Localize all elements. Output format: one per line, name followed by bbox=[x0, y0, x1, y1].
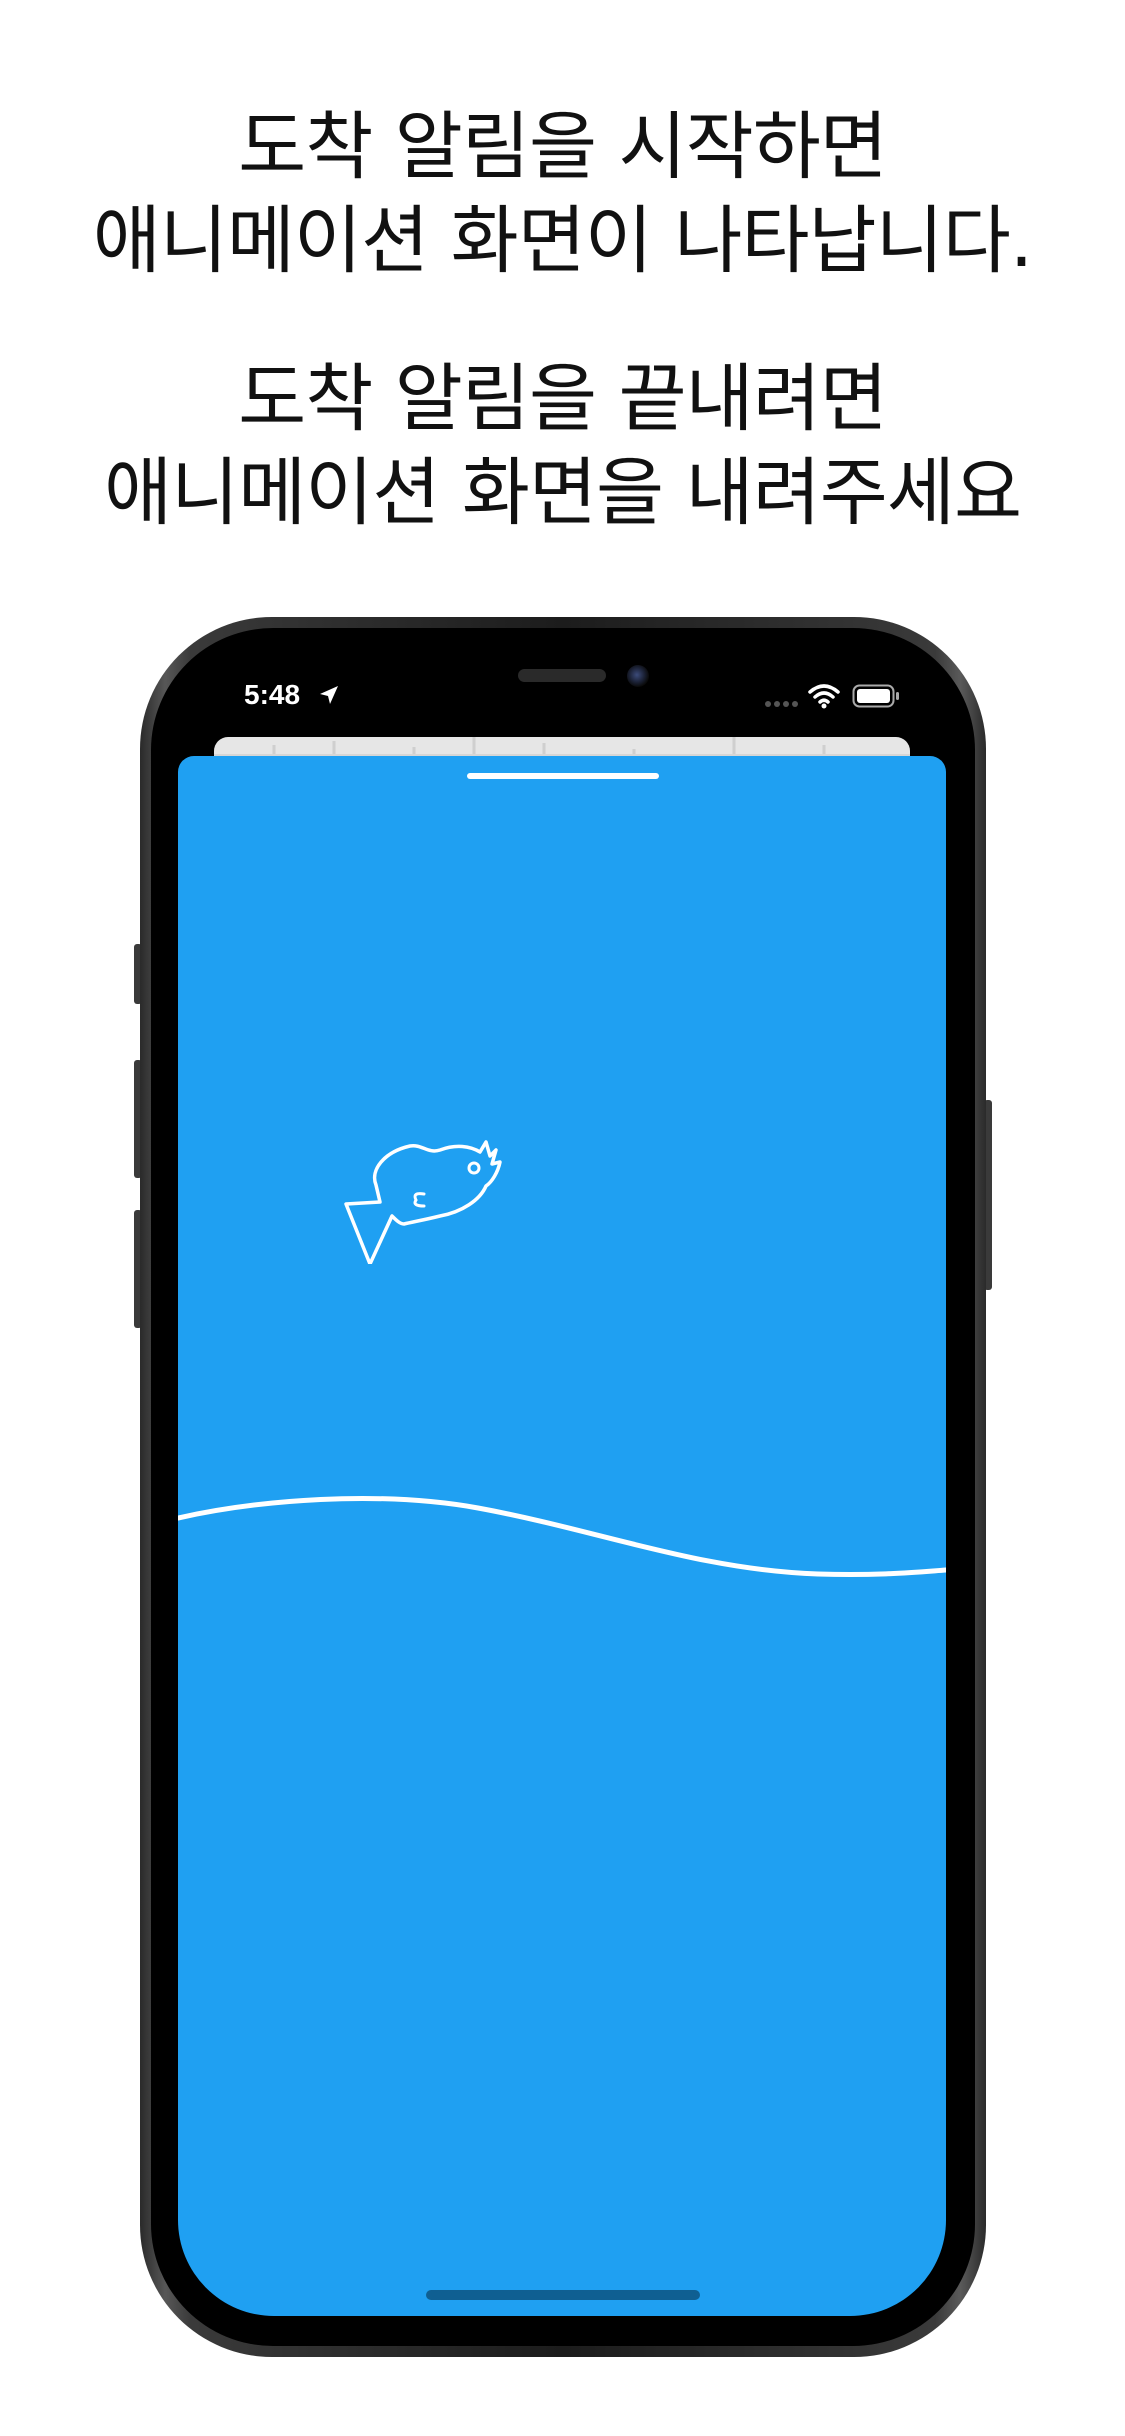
caption-start-line-2: 애니메이션 화면이 나타납니다. bbox=[92, 198, 1034, 284]
location-arrow-icon bbox=[320, 686, 338, 704]
front-camera bbox=[627, 665, 649, 687]
caption-end-line-2: 애니메이션 화면을 내려주세요 bbox=[103, 450, 1022, 536]
caption-end: 도착 알림을 끝내려면 애니메이션 화면을 내려주세요 bbox=[0, 352, 1125, 540]
sheet-grabber-handle[interactable] bbox=[467, 773, 659, 779]
fish-icon bbox=[344, 1140, 502, 1264]
caption-end-line-1: 도착 알림을 끝내려면 bbox=[238, 356, 888, 442]
caption-start-line-1: 도착 알림을 시작하면 bbox=[238, 104, 888, 190]
wifi-icon bbox=[808, 684, 840, 709]
battery-icon bbox=[852, 684, 899, 708]
wave-line bbox=[178, 1496, 946, 1578]
home-indicator[interactable] bbox=[426, 2290, 700, 2300]
caption-start: 도착 알림을 시작하면 애니메이션 화면이 나타납니다. bbox=[0, 100, 1125, 288]
signal-icon bbox=[765, 701, 798, 707]
earpiece-speaker bbox=[518, 669, 606, 682]
status-time: 5:48 bbox=[244, 679, 301, 710]
screenshot-page: 도착 알림을 시작하면 애니메이션 화면이 나타납니다. 도착 알림을 끝내려면… bbox=[0, 0, 1125, 2436]
